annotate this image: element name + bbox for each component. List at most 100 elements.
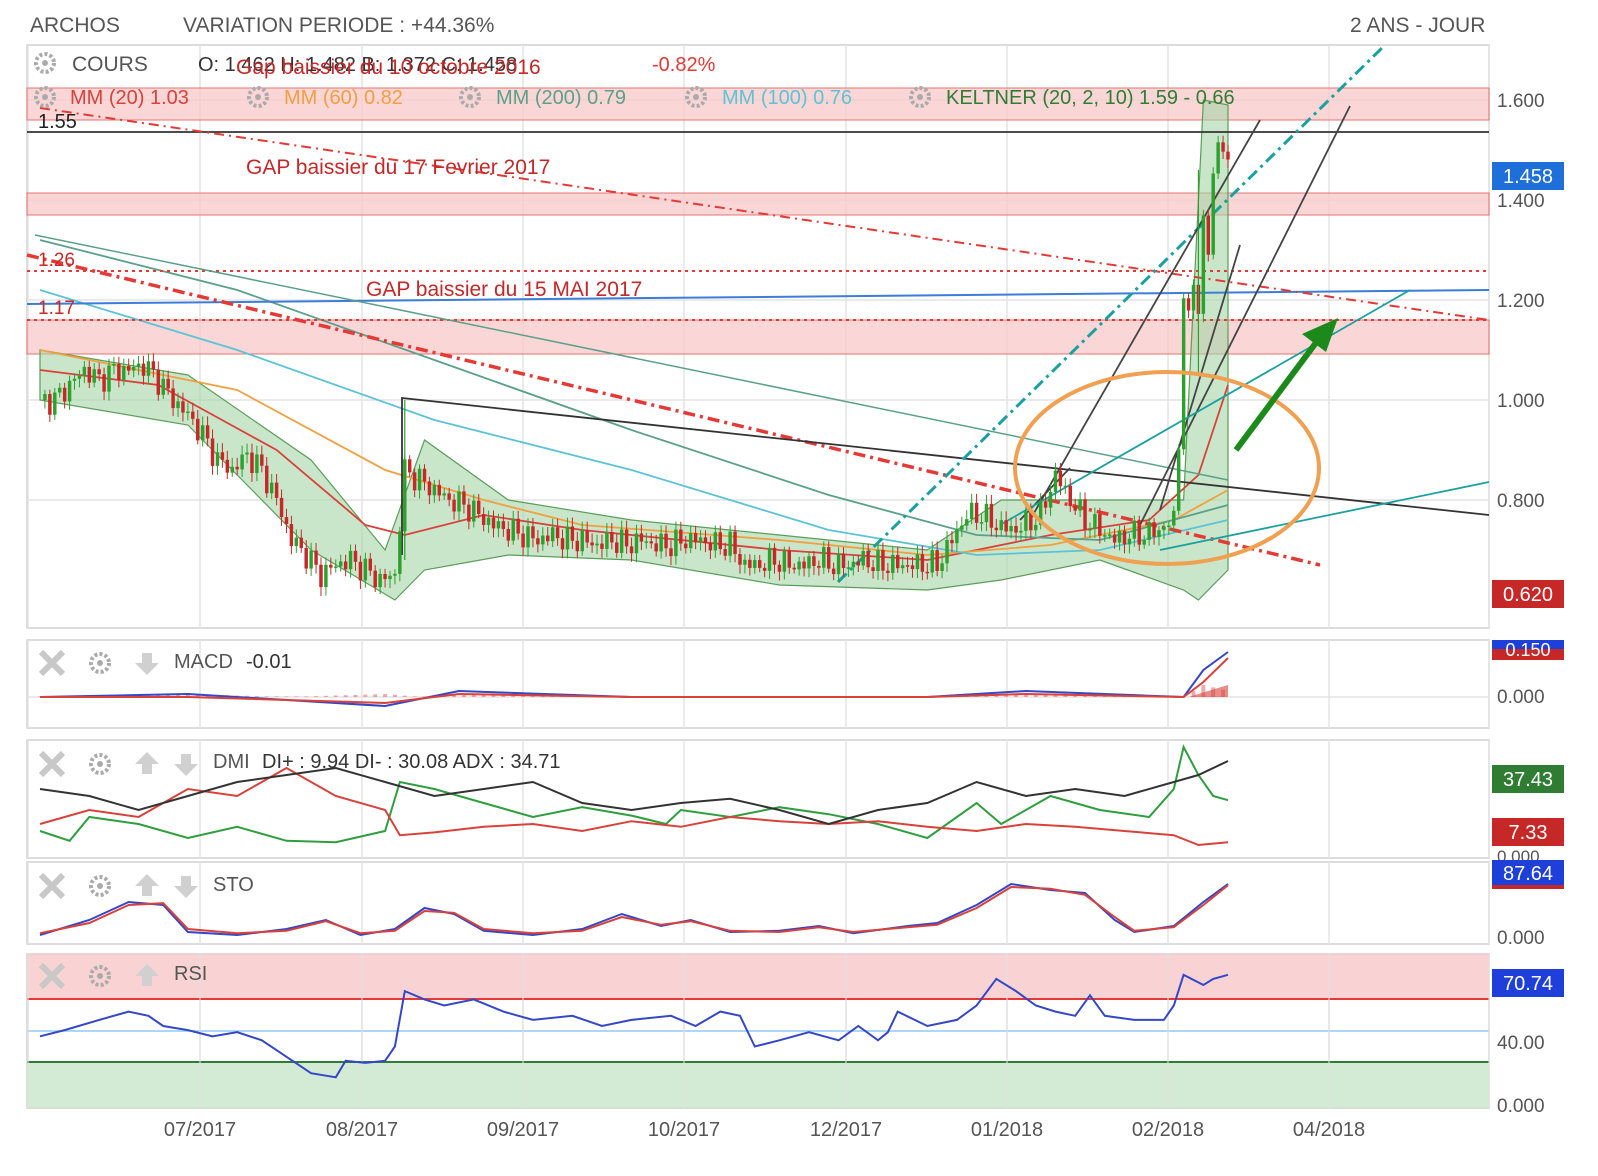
macd-histogram-bar (412, 696, 417, 697)
candle-body (1107, 534, 1112, 536)
candle-body (624, 529, 629, 547)
candle-body (363, 558, 368, 581)
candle-body (1226, 151, 1230, 160)
candle-body (728, 531, 732, 556)
candle-body (733, 531, 737, 555)
gear-icon-hub (42, 94, 48, 100)
macd-histogram-bar (284, 696, 289, 697)
candle-body (891, 554, 895, 573)
candle-body (72, 378, 77, 381)
candle-body (314, 550, 318, 565)
candle-body (215, 452, 220, 466)
mm60-legend: MM (60) 0.82 (284, 87, 403, 109)
candle-body (1191, 284, 1196, 311)
x-axis-tick: 02/2018 (1132, 1119, 1204, 1141)
macd-value: -0.01 (246, 651, 292, 673)
candle-body (373, 570, 377, 588)
macd-histogram-bar (274, 696, 279, 697)
candle-body (329, 564, 333, 568)
macd-histogram-bar (353, 694, 358, 697)
sto-axis-tick: 0.000 (1497, 928, 1545, 949)
candle-body (1043, 501, 1048, 508)
candle-body (674, 529, 678, 557)
candle-body (664, 533, 668, 549)
candle-body (1063, 485, 1068, 488)
candle-body (575, 540, 580, 552)
candle-body (748, 559, 752, 568)
candle-body (762, 567, 767, 571)
candle-body (269, 482, 274, 494)
candle-body (713, 532, 718, 551)
candle-body (383, 573, 387, 580)
candle-body (353, 550, 358, 562)
candle-body (491, 517, 496, 529)
candle-body (294, 537, 299, 547)
candle-body (141, 363, 146, 376)
candle-body (67, 380, 72, 402)
candle-body (1152, 522, 1156, 537)
candle-body (570, 526, 575, 541)
candle-body (348, 550, 353, 570)
candle-body (669, 548, 673, 557)
candle-body (649, 541, 653, 544)
candle-body (615, 542, 619, 553)
candle-body (481, 514, 486, 525)
candle-body (580, 530, 584, 552)
mm100-legend: MM (100) 0.76 (722, 87, 852, 109)
candle-body (782, 550, 787, 572)
candle-body (516, 518, 520, 534)
macd-histogram-bar (333, 695, 338, 697)
candle-body (807, 556, 811, 569)
candle-body (521, 533, 525, 548)
gear-icon-hub (693, 94, 699, 100)
candle-body (822, 547, 826, 568)
candle-body (230, 466, 234, 473)
candle-body (659, 533, 663, 552)
candle-body (777, 564, 782, 572)
candle-body (555, 527, 560, 539)
sto-label: STO (213, 874, 254, 896)
candle-body (1093, 514, 1097, 530)
period-selector[interactable]: 2 ANS - JOUR (1350, 14, 1485, 38)
candle-body (437, 484, 442, 496)
candle-body (994, 527, 999, 531)
candle-body (831, 568, 836, 575)
gear-icon-hub (467, 94, 473, 100)
candle-body (279, 497, 284, 518)
candle-body (590, 542, 594, 546)
macd-histogram-bar (304, 696, 309, 697)
gap-oct2016-label: Gap baissier du 10 octobre 2016 (236, 56, 541, 79)
candle-body (684, 543, 688, 549)
candle-body (905, 565, 910, 567)
candle-body (432, 484, 437, 496)
candle-body (634, 533, 639, 554)
candle-body (1098, 514, 1102, 536)
sto-badge-label: 87.64 (1503, 863, 1553, 885)
candle-body (925, 571, 930, 574)
candle-body (447, 493, 451, 500)
macd-histogram-bar (343, 695, 348, 697)
candle-body (812, 556, 816, 566)
candle-body (1058, 470, 1063, 487)
candle-body (476, 500, 481, 515)
gear-icon-hub (97, 761, 103, 767)
macd-histogram-bar (294, 696, 299, 697)
sto-badge-red (1492, 885, 1564, 889)
candle-body (1103, 535, 1107, 537)
x-axis-tick: 10/2017 (648, 1119, 720, 1141)
candle-body (92, 369, 96, 383)
candle-body (940, 563, 944, 571)
candle-body (610, 532, 614, 543)
macd-axis-tick: 0.000 (1497, 687, 1545, 708)
candle-body (43, 394, 47, 400)
candle-body (82, 366, 87, 376)
candle-body (1137, 520, 1141, 545)
dmi-badge-green-label: 37.43 (1503, 769, 1553, 791)
candle-body (393, 573, 397, 576)
candle-body (960, 525, 964, 530)
candle-body (979, 522, 984, 524)
gear-icon-hub (255, 94, 261, 100)
candle-body (265, 465, 269, 494)
candle-body (619, 529, 624, 553)
candle-body (910, 565, 915, 570)
